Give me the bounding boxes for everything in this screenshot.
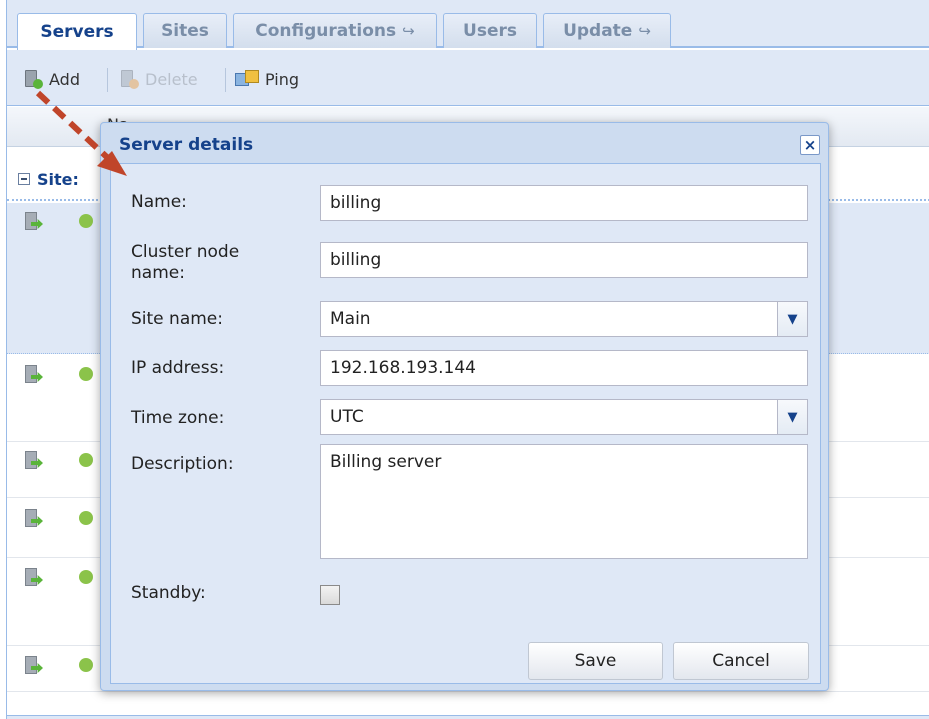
tab-sites-label: Sites [161,21,209,41]
save-button-label: Save [574,651,617,671]
tab-update-label: Update [563,21,633,41]
close-icon[interactable]: × [800,135,820,155]
description-label: Description: [131,454,234,474]
site-name-select[interactable]: Main ▼ [320,301,808,337]
toolbar: Add Delete Ping [7,50,929,106]
online-indicator-icon [79,570,93,584]
dialog-header[interactable]: Server details × [101,123,828,163]
online-indicator-icon [79,214,93,228]
cluster-node-label: Cluster node name: [131,242,240,283]
server-status-icon [25,365,43,385]
online-indicator-icon [79,367,93,381]
server-status-icon [25,656,43,676]
server-details-dialog: Server details × Name: billing Cluster n… [100,122,829,691]
tab-configurations[interactable]: Configurations ↪ [233,13,437,48]
chevron-down-icon[interactable]: ▼ [777,400,807,434]
tab-sites[interactable]: Sites [143,13,227,48]
time-zone-value: UTC [330,407,364,427]
name-label: Name: [131,192,187,212]
add-button[interactable]: Add [23,66,80,92]
server-status-icon [25,451,43,471]
delete-button[interactable]: Delete [119,66,198,92]
time-zone-select[interactable]: UTC ▼ [320,399,808,435]
grid-bottom-border [7,715,929,719]
delete-server-icon [119,69,139,89]
tab-bar: Servers Sites Configurations ↪ Users Upd… [7,0,929,50]
dialog-title: Server details [119,135,254,155]
time-zone-label: Time zone: [131,408,225,428]
standby-label: Standby: [131,583,206,603]
dialog-body: Name: billing Cluster node name: billing… [110,163,821,684]
online-indicator-icon [79,453,93,467]
ping-icon [235,69,261,89]
collapse-toggle-icon[interactable] [18,173,30,185]
tab-servers-label: Servers [40,22,114,42]
chevron-down-icon[interactable]: ▼ [777,302,807,336]
server-status-icon [25,568,43,588]
save-button[interactable]: Save [528,642,663,680]
tab-users[interactable]: Users [443,13,537,48]
external-link-icon: ↪ [638,22,651,40]
online-indicator-icon [79,658,93,672]
ping-button[interactable]: Ping [235,66,299,92]
tab-update[interactable]: Update ↪ [543,13,671,48]
site-name-value: Main [330,309,371,329]
cluster-node-field[interactable]: billing [320,242,808,278]
add-button-label: Add [49,69,80,89]
tab-servers[interactable]: Servers [17,13,137,50]
external-link-icon: ↪ [402,22,415,40]
toolbar-separator [107,68,108,92]
standby-checkbox[interactable] [320,585,340,605]
description-textarea[interactable]: Billing server [320,444,808,559]
tab-configurations-label: Configurations [255,21,397,41]
delete-button-label: Delete [145,69,198,89]
ping-button-label: Ping [265,69,300,89]
toolbar-separator [225,68,226,92]
ip-address-label: IP address: [131,358,225,378]
cancel-button-label: Cancel [712,651,770,671]
server-status-icon [25,212,43,232]
site-name-label: Site name: [131,309,223,329]
server-status-icon [25,509,43,529]
ip-address-field[interactable]: 192.168.193.144 [320,350,808,386]
name-field[interactable]: billing [320,185,808,221]
cancel-button[interactable]: Cancel [673,642,809,680]
add-server-icon [23,69,43,89]
site-group-label: Site: [37,170,79,189]
online-indicator-icon [79,511,93,525]
tab-users-label: Users [463,21,517,41]
